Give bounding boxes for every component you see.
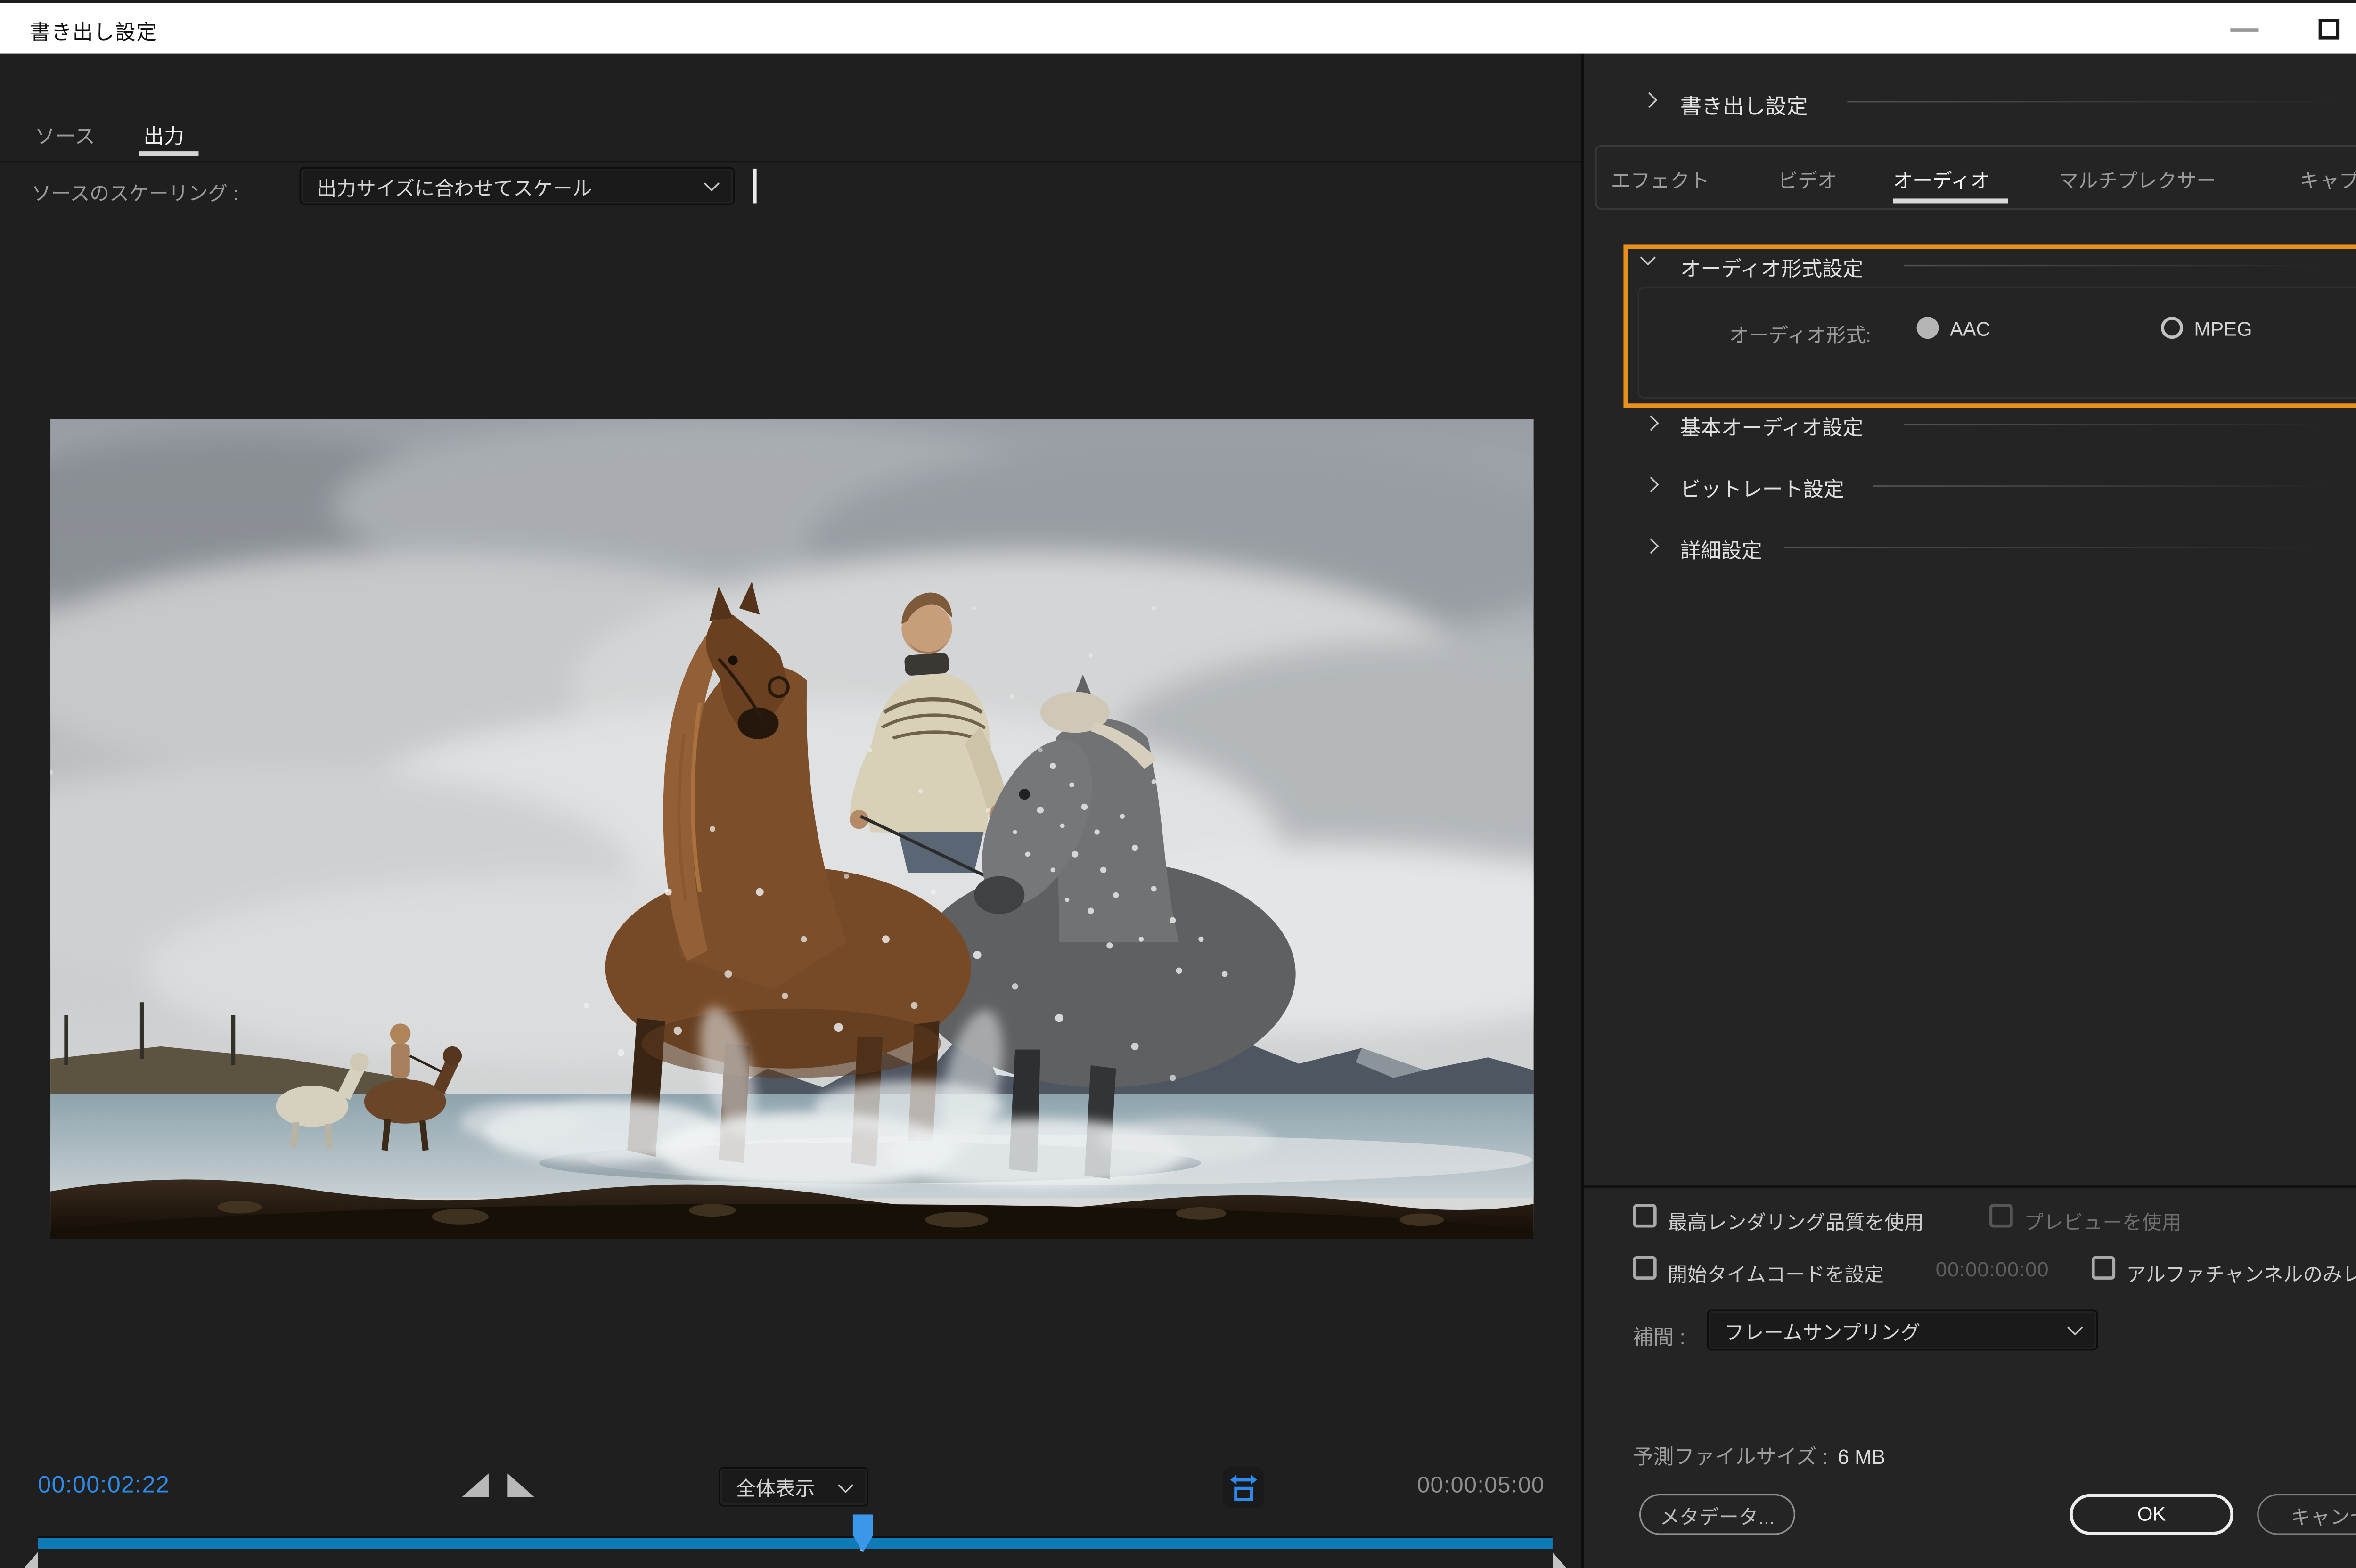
current-timecode[interactable]: 00:00:02:22 — [38, 1472, 170, 1499]
ok-button[interactable]: OK — [2070, 1494, 2233, 1535]
use-previews-label: プレビューを使用 — [2024, 1206, 2182, 1236]
audio-format-section-title[interactable]: オーディオ形式設定 — [1680, 252, 1863, 282]
set-out-point-icon[interactable] — [507, 1473, 534, 1497]
export-settings-dialog: 書き出し設定 ソース 出力 ソースのスケーリング : 出力サイズに合わせてスケー… — [0, 0, 2356, 1568]
source-scaling-label: ソースのスケーリング : — [32, 177, 238, 207]
radio-mpeg[interactable] — [2161, 317, 2183, 339]
section-advanced[interactable]: 詳細設定 — [1680, 534, 1762, 564]
video-preview[interactable] — [50, 419, 1534, 1239]
estimated-size-value: 6 MB — [1838, 1445, 1886, 1469]
section-basic-audio[interactable]: 基本オーディオ設定 — [1680, 411, 1863, 441]
alpha-only-checkbox[interactable] — [2092, 1256, 2115, 1280]
maximize-button[interactable] — [2295, 3, 2356, 57]
tab-audio[interactable]: オーディオ — [1893, 164, 1990, 194]
interpolation-select[interactable]: フレームサンプリング — [1707, 1309, 2098, 1350]
estimated-size-caption: 予測ファイルサイズ : — [1633, 1445, 1828, 1469]
text-cursor — [753, 169, 757, 204]
section-divider-line — [1904, 424, 2333, 425]
tab-video[interactable]: ビデオ — [1778, 164, 1837, 194]
alpha-only-label: アルファチャンネルのみレンダリ — [2127, 1258, 2356, 1288]
max-render-quality-label: 最高レンダリング品質を使用 — [1668, 1206, 1924, 1236]
minimize-icon — [2230, 28, 2258, 32]
tab-output[interactable]: 出力 — [143, 120, 184, 150]
radio-aac[interactable] — [1917, 317, 1939, 339]
active-tab-underline — [139, 151, 198, 156]
preview-frame-image — [50, 419, 1534, 1239]
active-settings-tab-underline — [1893, 198, 2008, 203]
radio-mpeg-label[interactable]: MPEG — [2194, 318, 2252, 341]
interpolation-value: フレームサンプリング — [1725, 1315, 2070, 1345]
source-scaling-select[interactable]: 出力サイズに合わせてスケール — [300, 167, 735, 205]
tab-effects[interactable]: エフェクト — [1611, 164, 1710, 194]
start-timecode-value[interactable]: 00:00:00:00 — [1936, 1258, 2049, 1281]
crop-icon — [1228, 1472, 1260, 1503]
section-divider-line — [1784, 547, 2333, 548]
use-previews-checkbox[interactable] — [1989, 1204, 2013, 1227]
title-bar: 書き出し設定 — [0, 0, 2356, 54]
max-render-quality-checkbox[interactable] — [1633, 1204, 1657, 1227]
start-timecode-label: 開始タイムコードを設定 — [1668, 1258, 1884, 1288]
start-timecode-checkbox[interactable] — [1633, 1256, 1657, 1280]
chevron-down-icon — [2067, 1320, 2083, 1335]
minimize-button[interactable] — [2210, 3, 2279, 57]
tab-source[interactable]: ソース — [35, 120, 95, 150]
dialog-title: 書き出し設定 — [30, 16, 158, 46]
range-start-marker[interactable] — [14, 1552, 38, 1568]
section-bitrate[interactable]: ビットレート設定 — [1680, 473, 1844, 503]
export-settings-section-header[interactable]: 書き出し設定 — [1680, 88, 1808, 120]
duration-timecode: 00:00:05:00 — [1417, 1473, 1545, 1499]
interpolation-label: 補間 : — [1633, 1321, 1685, 1351]
preview-panel: ソース 出力 ソースのスケーリング : 出力サイズに合わせてスケール — [0, 54, 1581, 1568]
chevron-down-icon — [838, 1477, 853, 1492]
section-divider-line — [1873, 485, 2333, 487]
tab-captions[interactable]: キャプション — [2300, 164, 2356, 194]
header-divider-line — [1847, 101, 2348, 102]
timeline-scrubber[interactable] — [38, 1536, 1553, 1549]
chevron-down-icon — [704, 176, 720, 191]
options-divider — [1584, 1185, 2356, 1188]
set-in-point-icon[interactable] — [462, 1473, 489, 1497]
cancel-button[interactable]: キャンセル — [2257, 1494, 2356, 1535]
crop-output-button[interactable] — [1223, 1467, 1264, 1508]
maximize-icon — [2319, 19, 2339, 39]
zoom-level-select[interactable]: 全体表示 — [719, 1467, 868, 1507]
estimated-size-label: 予測ファイルサイズ : 6 MB — [1633, 1440, 1886, 1470]
metadata-button[interactable]: メタデータ... — [1639, 1494, 1795, 1535]
tab-divider — [0, 161, 1581, 162]
radio-aac-label[interactable]: AAC — [1950, 318, 1990, 341]
section-divider-line — [1904, 265, 2333, 266]
range-end-marker[interactable] — [1553, 1552, 1576, 1568]
zoom-level-value: 全体表示 — [736, 1472, 840, 1502]
panel-divider — [1581, 54, 1584, 1568]
audio-format-row-label: オーディオ形式: — [1729, 318, 1871, 349]
tab-multiplexer[interactable]: マルチプレクサー — [2059, 164, 2217, 194]
source-scaling-value: 出力サイズに合わせてスケール — [317, 171, 706, 201]
